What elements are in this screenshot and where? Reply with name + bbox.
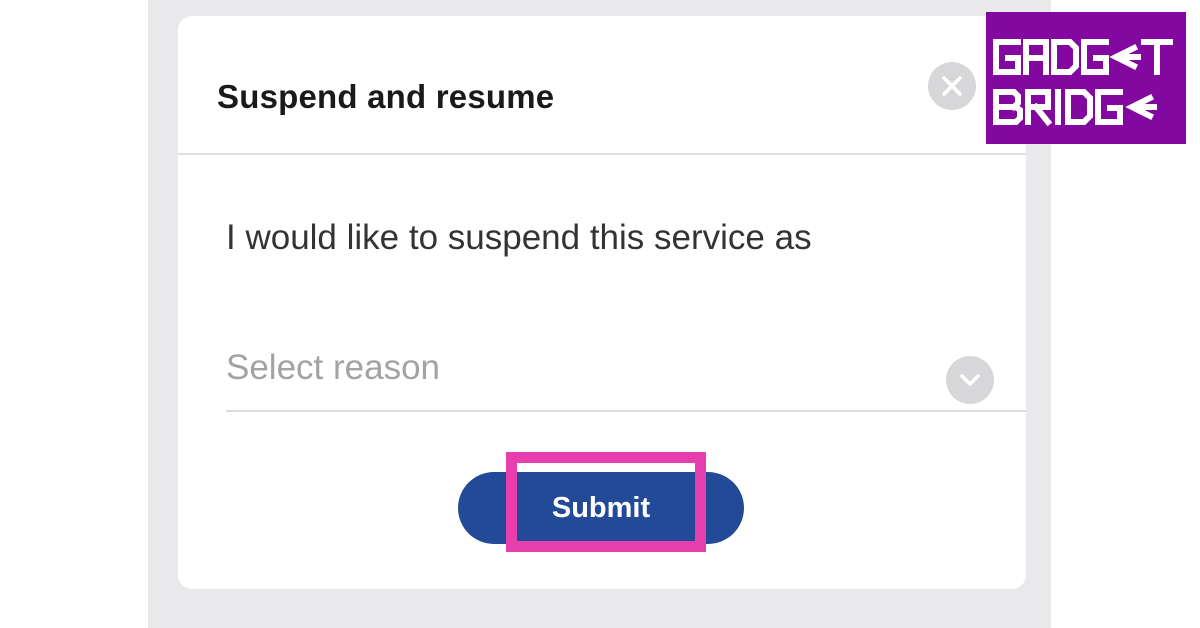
close-icon (942, 76, 962, 96)
reason-select-placeholder: Select reason (226, 348, 441, 387)
reason-select[interactable]: Select reason (226, 346, 1026, 412)
gadget-bridge-logo (986, 12, 1186, 144)
chevron-down-icon (960, 374, 980, 386)
suspend-dialog: Suspend and resume I would like to suspe… (178, 16, 1026, 589)
header-divider (178, 153, 1026, 155)
dialog-title: Suspend and resume (217, 78, 555, 115)
gadget-bridge-logo-icon (993, 39, 1173, 127)
submit-button-label: Submit (551, 492, 651, 524)
close-button[interactable] (928, 62, 976, 110)
chevron-down-button[interactable] (946, 356, 994, 404)
suspend-prompt: I would like to suspend this service as (226, 218, 812, 257)
submit-button[interactable]: Submit (458, 472, 744, 544)
